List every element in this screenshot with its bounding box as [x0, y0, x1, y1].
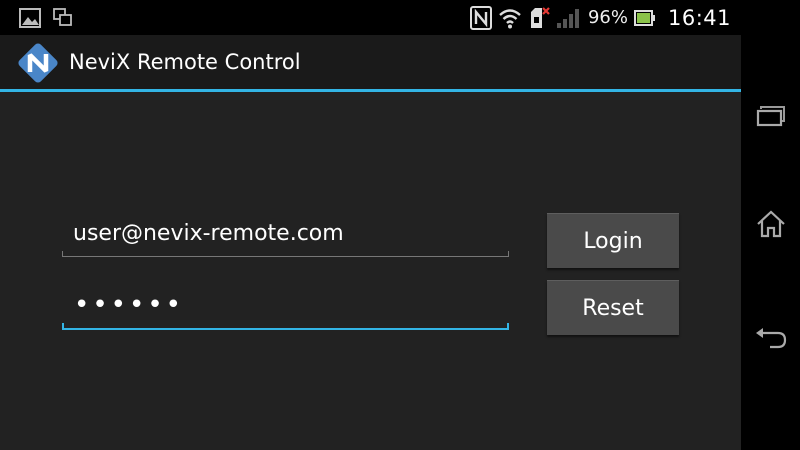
- action-bar-divider: [0, 89, 741, 92]
- recent-apps-button[interactable]: [741, 96, 800, 136]
- app-logo-icon[interactable]: [17, 42, 59, 84]
- status-clock: 16:41: [667, 5, 731, 30]
- password-underline-tick-right: [507, 323, 509, 330]
- password-field[interactable]: ••••••: [62, 290, 509, 330]
- navigation-bar: [741, 0, 800, 450]
- home-button[interactable]: [741, 204, 800, 244]
- sim-error-icon: [530, 6, 550, 28]
- action-bar: NeviX Remote Control: [0, 35, 741, 90]
- gallery-icon: [19, 8, 41, 28]
- recent-apps-icon: [756, 106, 785, 127]
- password-value: ••••••: [74, 290, 185, 320]
- wifi-icon: [499, 8, 521, 28]
- screen-mirror-icon: [53, 8, 72, 26]
- status-icons: 96% 16:41: [469, 0, 731, 35]
- back-button[interactable]: [741, 320, 800, 360]
- email-underline: [62, 256, 509, 257]
- battery-percent: 96%: [587, 7, 628, 28]
- home-icon: [756, 210, 785, 238]
- email-underline-tick-left: [62, 251, 63, 257]
- email-field[interactable]: user@nevix-remote.com: [62, 219, 509, 257]
- nfc-icon: [469, 5, 492, 30]
- password-underline: [62, 328, 509, 330]
- reset-button[interactable]: Reset: [547, 280, 679, 335]
- signal-icon: [556, 8, 579, 28]
- app-title: NeviX Remote Control: [69, 50, 301, 74]
- login-button[interactable]: Login: [547, 213, 679, 268]
- email-value: user@nevix-remote.com: [73, 221, 344, 246]
- battery-icon: [633, 9, 655, 26]
- app-screen: 96% 16:41 NeviX Remote Control user@nevi…: [0, 0, 741, 450]
- status-bar: 96% 16:41: [0, 0, 741, 35]
- password-underline-tick-left: [62, 323, 64, 330]
- email-underline-tick-right: [508, 251, 509, 257]
- back-icon: [755, 328, 786, 349]
